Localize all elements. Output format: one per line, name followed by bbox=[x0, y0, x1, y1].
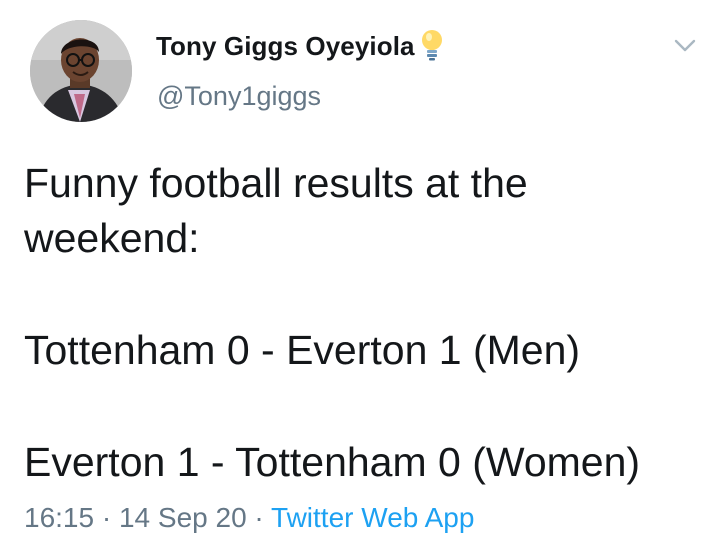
tweet-text-line: Tottenham 0 - Everton 1 (Men) bbox=[24, 327, 581, 373]
meta-separator: · bbox=[101, 502, 112, 533]
chevron-down-icon[interactable] bbox=[674, 38, 696, 54]
tweet-meta: 16:15 · 14 Sep 20 · Twitter Web App bbox=[24, 502, 474, 534]
profile-photo bbox=[30, 20, 132, 122]
tweet-text-line: Everton 1 - Tottenham 0 (Women) bbox=[24, 439, 641, 485]
light-bulb-icon bbox=[421, 30, 443, 62]
tweet-text: Funny football results at the weekend: T… bbox=[24, 156, 704, 490]
tweet-date[interactable]: 14 Sep 20 bbox=[119, 502, 247, 533]
display-name[interactable]: Tony Giggs Oyeyiola bbox=[156, 31, 415, 62]
tweet-source-link[interactable]: Twitter Web App bbox=[271, 502, 474, 533]
tweet-text-line: Funny football results at the weekend: bbox=[24, 160, 528, 261]
author-handle[interactable]: @Tony1giggs bbox=[157, 81, 321, 112]
tweet-time[interactable]: 16:15 bbox=[24, 502, 94, 533]
author-name-row[interactable]: Tony Giggs Oyeyiola bbox=[156, 30, 443, 62]
meta-separator: · bbox=[254, 502, 264, 533]
avatar[interactable] bbox=[30, 20, 132, 122]
